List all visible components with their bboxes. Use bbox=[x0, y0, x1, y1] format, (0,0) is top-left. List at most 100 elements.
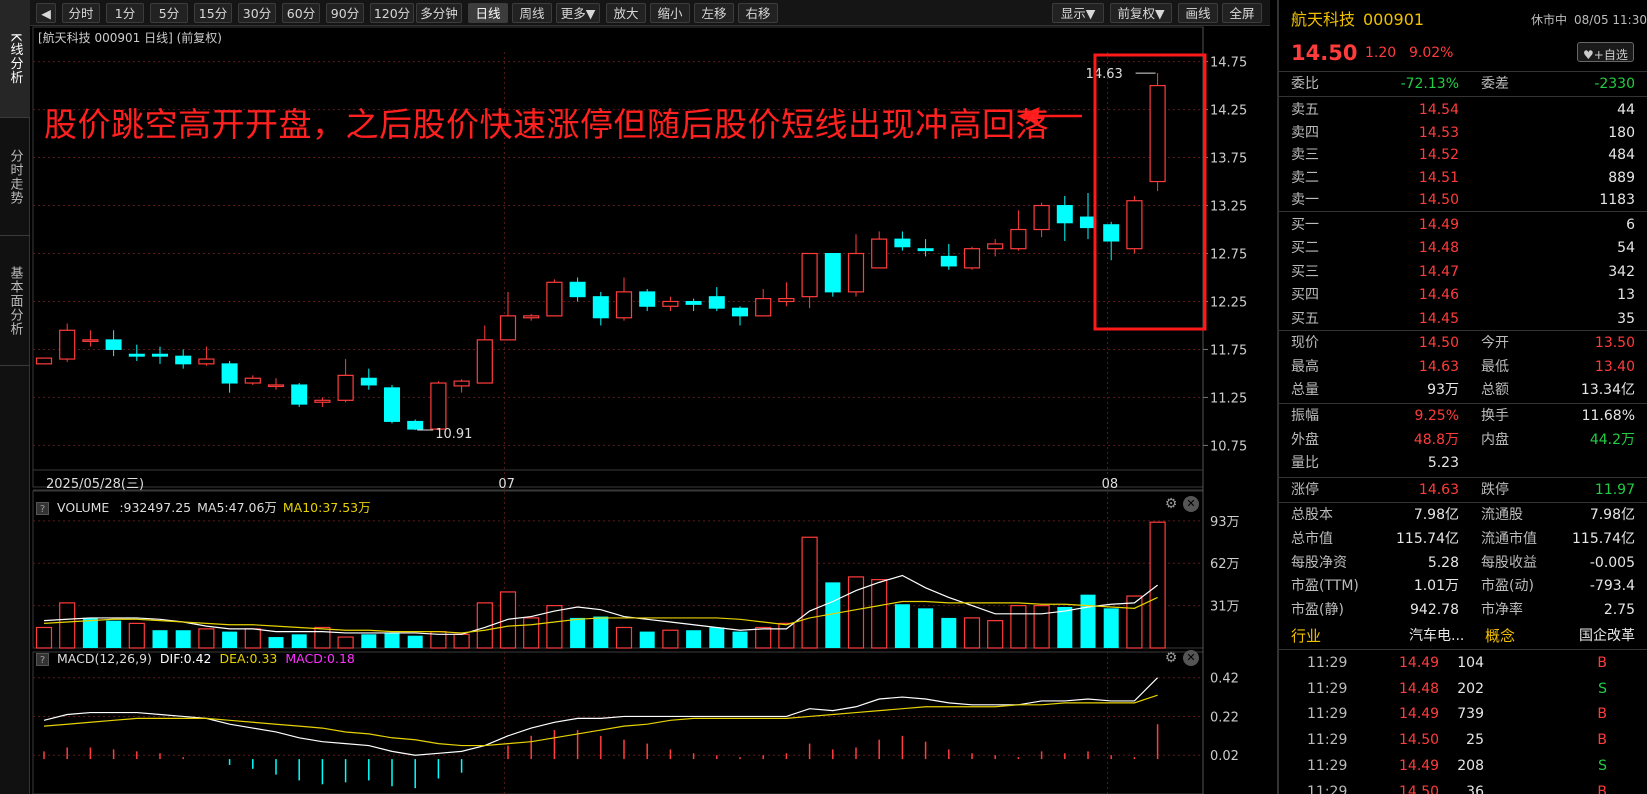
candle-body-down bbox=[824, 253, 841, 293]
volume-bar-down bbox=[106, 620, 122, 648]
volume-bar-up bbox=[1033, 605, 1050, 649]
candle-body-up bbox=[615, 291, 633, 319]
bid-volume: 6 bbox=[1626, 217, 1635, 233]
macd-settings-gear-icon[interactable]: ⚙ bbox=[1163, 650, 1179, 666]
help-icon[interactable]: ? bbox=[36, 502, 49, 515]
macd-header-dif: DIF:0.42 bbox=[159, 651, 212, 666]
price-tick-label: 13.25 bbox=[1210, 200, 1247, 215]
candle-body-up bbox=[871, 238, 888, 269]
macd-header: ? MACD(12,26,9) DIF:0.42 DEA:0.33 MACD:0… bbox=[36, 651, 355, 666]
macd-tick-label: 0.02 bbox=[1210, 749, 1239, 764]
weibi-label: 委比 bbox=[1291, 76, 1319, 92]
tick-volume: 739 bbox=[1457, 706, 1484, 723]
volume-settings-gear-icon[interactable]: ⚙ bbox=[1163, 496, 1179, 512]
help-icon[interactable]: ? bbox=[36, 653, 49, 666]
stat-value: 13.50 bbox=[1594, 335, 1635, 351]
stat-label: 今开 bbox=[1481, 335, 1509, 351]
stat-label: 最高 bbox=[1291, 358, 1319, 375]
volume-bar-down bbox=[941, 617, 957, 648]
candle-body-down bbox=[569, 281, 586, 298]
quote-panel: 航天科技 000901 休市中 08/05 11:30 14.50 1.20 9… bbox=[1277, 0, 1647, 794]
tick-volume: 208 bbox=[1457, 757, 1484, 774]
tick-row: 11:29 14.49 104 B bbox=[1279, 651, 1647, 675]
stat-label: 总量 bbox=[1291, 382, 1319, 399]
tick-row: 11:29 14.50 25 B bbox=[1279, 728, 1647, 752]
bid-price: 14.49 bbox=[1418, 217, 1459, 233]
industry-label[interactable]: 行业 bbox=[1291, 624, 1321, 648]
candle-body-up bbox=[453, 380, 470, 387]
concept-label[interactable]: 概念 bbox=[1485, 624, 1515, 648]
macd-header-dea: DEA:0.33 bbox=[219, 651, 278, 666]
volume-bar-down bbox=[384, 632, 400, 648]
ask-level-label: 卖四 bbox=[1291, 124, 1319, 141]
stat-value: 48.8万 bbox=[1413, 431, 1459, 448]
volume-bar-up bbox=[871, 579, 888, 649]
volume-series bbox=[35, 521, 1166, 649]
fundamental-row: 市盈(TTM) 1.01万 市盈(动) -793.4 bbox=[1279, 574, 1647, 598]
limit-up-value: 14.63 bbox=[1418, 482, 1459, 498]
stock-code: 000901 bbox=[1363, 10, 1425, 29]
stat-label: 现价 bbox=[1291, 335, 1319, 351]
candle-body-up bbox=[778, 297, 795, 303]
tick-volume: 25 bbox=[1466, 732, 1484, 749]
quote-title-row: 航天科技 000901 休市中 08/05 11:30 bbox=[1279, 8, 1647, 34]
volume-bar-down bbox=[570, 617, 586, 648]
volume-bar-down bbox=[291, 634, 307, 648]
tick-volume: 104 bbox=[1457, 655, 1484, 671]
candle-body-up bbox=[847, 252, 865, 293]
volume-bar-down bbox=[82, 617, 98, 648]
stat-value: 11.68% bbox=[1581, 408, 1635, 424]
candle-body-down bbox=[105, 339, 122, 350]
volume-bar-up bbox=[847, 576, 865, 649]
panel-frame bbox=[32, 651, 1204, 794]
stat-value: 9.25% bbox=[1414, 408, 1459, 424]
candle-body-up bbox=[244, 377, 261, 384]
volume-bar-up bbox=[314, 626, 331, 649]
industry-value[interactable]: 汽车电... bbox=[1409, 624, 1464, 648]
fundamental-value: 942.78 bbox=[1410, 602, 1459, 619]
ask-price: 14.50 bbox=[1418, 192, 1459, 209]
volume-bar-down bbox=[361, 634, 377, 648]
low-marker-label: 10.91 bbox=[435, 427, 472, 442]
fundamental-label: 每股收益 bbox=[1481, 554, 1537, 571]
fundamental-value: -793.4 bbox=[1589, 578, 1635, 595]
candle-body-up bbox=[662, 300, 679, 307]
volume-bar-down bbox=[175, 630, 191, 648]
volume-bar-down bbox=[593, 616, 609, 648]
fundamental-value: -0.005 bbox=[1589, 554, 1635, 571]
candle-body-down bbox=[407, 420, 424, 430]
tick-side: B bbox=[1597, 783, 1607, 794]
bid-row: 买五 14.45 35 bbox=[1279, 307, 1647, 331]
ask-row: 卖二 14.51 889 bbox=[1279, 166, 1647, 190]
add-watchlist-button[interactable]: ♥+自选 bbox=[1577, 42, 1634, 62]
volume-close-icon[interactable]: ✕ bbox=[1183, 496, 1199, 512]
stat-label: 内盘 bbox=[1481, 431, 1509, 448]
volume-bar-up bbox=[987, 620, 1004, 649]
price-change-pct: 9.02% bbox=[1409, 45, 1454, 61]
macd-close-icon[interactable]: ✕ bbox=[1183, 650, 1199, 666]
candle-body-up bbox=[198, 358, 215, 365]
candle-body-down bbox=[917, 248, 934, 252]
fundamental-label: 总市值 bbox=[1291, 530, 1333, 547]
candle-body-up bbox=[1033, 204, 1050, 231]
fundamental-value: 7.98亿 bbox=[1589, 507, 1635, 523]
fundamental-row: 总市值 115.74亿 流通市值 115.74亿 bbox=[1279, 527, 1647, 551]
weicha-value: -2330 bbox=[1594, 76, 1635, 92]
market-status: 休市中 bbox=[1531, 13, 1568, 27]
xtick-label: 2025/05/28(三) bbox=[46, 477, 144, 492]
concept-value[interactable]: 国企改革 bbox=[1579, 624, 1635, 648]
tick-time: 11:29 bbox=[1307, 706, 1348, 723]
xtick-label: 07 bbox=[498, 477, 515, 492]
fundamental-label: 流通市值 bbox=[1481, 530, 1537, 547]
limit-down-value: 11.97 bbox=[1594, 482, 1635, 498]
price-tick-label: 12.75 bbox=[1210, 248, 1247, 263]
fundamental-label: 每股净资 bbox=[1291, 554, 1347, 571]
bid-price: 14.45 bbox=[1418, 310, 1459, 327]
bid-price: 14.48 bbox=[1418, 240, 1459, 257]
industry-row: 行业 汽车电... 概念 国企改革 bbox=[1279, 624, 1647, 648]
tick-side: S bbox=[1598, 757, 1607, 774]
tick-row: 11:29 14.48 202 S bbox=[1279, 677, 1647, 701]
price-tick-label: 11.25 bbox=[1210, 391, 1247, 406]
ask-row: 卖五 14.54 44 bbox=[1279, 98, 1647, 122]
weibi-value: -72.13% bbox=[1400, 76, 1459, 92]
